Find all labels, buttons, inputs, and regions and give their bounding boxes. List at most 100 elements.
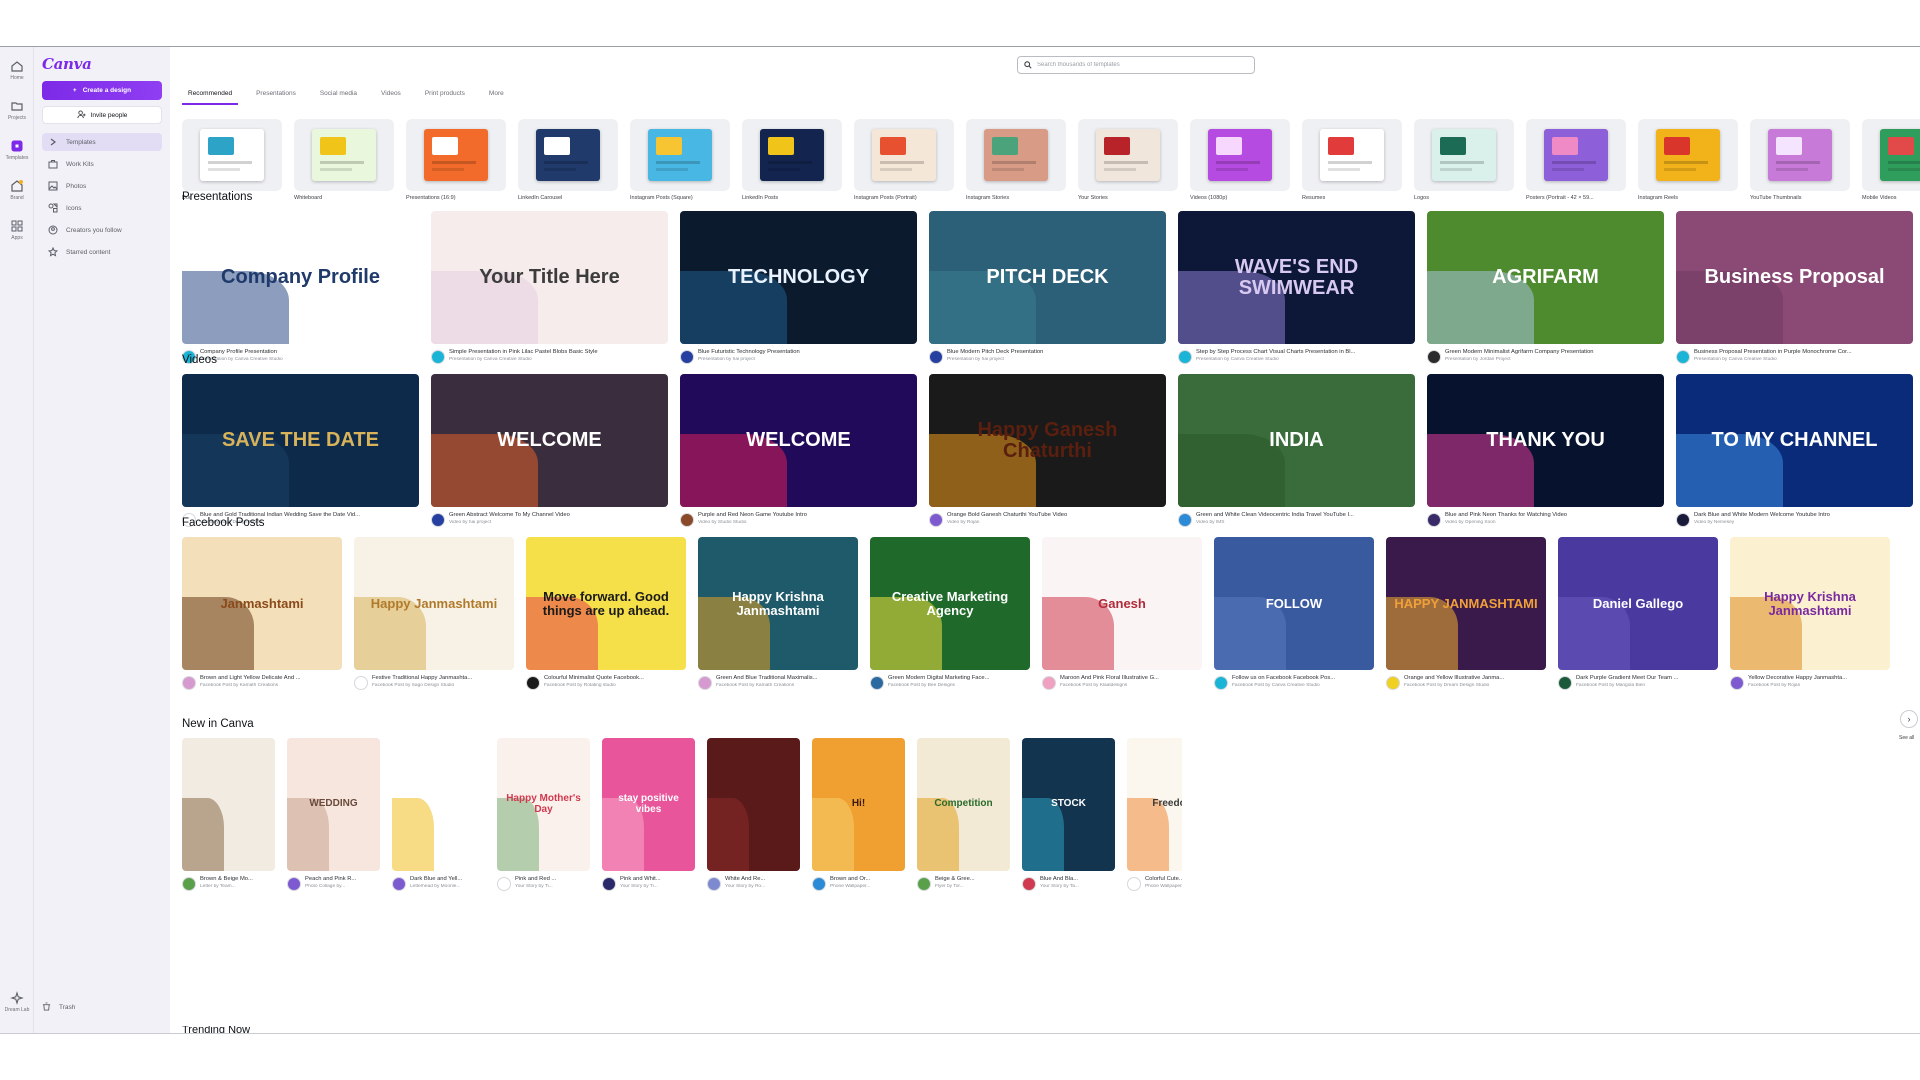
template-card[interactable]: WELCOME Purple and Red Neon Game Youtube … — [680, 374, 917, 527]
design-type-card[interactable]: Videos (1080p) — [1190, 119, 1290, 209]
template-card[interactable]: TO MY CHANNEL Dark Blue and White Modern … — [1676, 374, 1913, 527]
design-type-thumbnail — [854, 119, 954, 191]
design-type-card[interactable]: LinkedIn Posts — [742, 119, 842, 209]
creator-avatar — [431, 513, 445, 527]
sidebar-item-starred-content[interactable]: Starred content — [42, 243, 162, 261]
template-card[interactable]: Company Profile Company Profile Presentat… — [182, 211, 419, 364]
rail-label: Dream Lab — [4, 1007, 30, 1013]
template-search[interactable] — [1017, 56, 1255, 74]
template-card[interactable]: Dark Blue and Yell... Letterhead by Moonl… — [392, 738, 485, 891]
template-card[interactable]: Hi! Brown and Or... Phone Wallpaper... — [812, 738, 905, 891]
template-card[interactable]: WELCOME Green Abstract Welcome To My Chan… — [431, 374, 668, 527]
design-type-card[interactable]: Whiteboard — [294, 119, 394, 209]
tab-recommended[interactable]: Recommended — [182, 89, 239, 105]
creator-avatar — [1022, 877, 1036, 891]
template-card[interactable]: STOCK Blue And Bla... Your Story by Ta... — [1022, 738, 1115, 891]
design-type-thumbnail — [518, 119, 618, 191]
design-type-card[interactable]: Mobile Videos — [1862, 119, 1920, 209]
template-thumbnail: Happy Krishna Janmashtami — [1730, 537, 1890, 670]
design-type-card[interactable]: Instagram Reels — [1638, 119, 1738, 209]
search-input[interactable] — [1037, 62, 1247, 68]
creator-avatar — [1730, 676, 1744, 690]
template-card[interactable]: Happy Mother's Day Pink and Red ... Your S… — [497, 738, 590, 891]
invite-people-button[interactable]: Invite people — [42, 106, 162, 124]
template-meta: Blue Futuristic Technology Presentation P… — [680, 349, 917, 364]
design-type-label: LinkedIn Carousel — [518, 195, 563, 201]
template-card[interactable]: TECHNOLOGY Blue Futuristic Technology Pre… — [680, 211, 917, 364]
sidebar-item-templates[interactable]: Templates — [42, 133, 162, 151]
creator-avatar — [917, 877, 931, 891]
rail-item-home[interactable]: Home — [0, 55, 34, 95]
template-card[interactable]: Janmashtami Brown and Light Yellow Delica… — [182, 537, 342, 690]
template-card[interactable]: Competition Beige & Gree... Flyer by Tor..… — [917, 738, 1010, 891]
canva-logo[interactable]: Canva — [42, 55, 92, 73]
rail-label: Home — [10, 75, 24, 81]
rail-item-brand[interactable]: Brand — [0, 175, 34, 215]
tab-social-media[interactable]: Social media — [314, 89, 363, 105]
rail-item-templates[interactable]: Templates — [0, 135, 34, 175]
template-card[interactable]: PITCH DECK Blue Modern Pitch Deck Present… — [929, 211, 1166, 364]
template-card[interactable]: AGRIFARM Green Modern Minimalist Agrifarm… — [1427, 211, 1664, 364]
creator-avatar — [354, 676, 368, 690]
design-type-card[interactable]: LinkedIn Carousel — [518, 119, 618, 209]
template-meta: Blue And Bla... Your Story by Ta... — [1022, 876, 1115, 891]
template-card[interactable]: Ganesh Maroon And Pink Floral Illustrativ… — [1042, 537, 1202, 690]
template-card[interactable]: Freedom Colorful Cute... Phone Wallpaper..… — [1127, 738, 1182, 891]
template-thumbnail-text: Company Profile — [221, 266, 380, 288]
template-card[interactable]: THANK YOU Blue and Pink Neon Thanks for W… — [1427, 374, 1664, 527]
design-type-card[interactable]: Logos — [1414, 119, 1514, 209]
template-card[interactable]: White And Re... Your Story by Ro... — [707, 738, 800, 891]
template-card[interactable]: HAPPY JANMASHTAMI Orange and Yellow Illus… — [1386, 537, 1546, 690]
template-card[interactable]: WAVE'S END SWIMWEAR Step by Step Process … — [1178, 211, 1415, 364]
template-card[interactable]: Happy Krishna Janmashtami Yellow Decorati… — [1730, 537, 1890, 690]
invite-icon — [77, 109, 86, 121]
template-card[interactable]: Daniel Gallego Dark Purple Gradient Meet … — [1558, 537, 1718, 690]
rail-item-dream-lab[interactable]: Dream Lab — [0, 987, 34, 1027]
rail-item-apps[interactable]: Apps — [0, 215, 34, 255]
design-type-card[interactable]: Posters (Portrait - 42 × 59... — [1526, 119, 1626, 209]
sidebar-item-work-kits[interactable]: Work Kits — [42, 155, 162, 173]
template-card[interactable]: Creative Marketing Agency Green Modern Di… — [870, 537, 1030, 690]
tab-presentations[interactable]: Presentations — [250, 89, 302, 105]
tab-print-products[interactable]: Print products — [419, 89, 471, 105]
template-card[interactable]: WEDDING Peach and Pink R... Photo Collage … — [287, 738, 380, 891]
next-arrow-button[interactable]: › — [1900, 710, 1918, 728]
template-card[interactable]: Happy Ganesh Chaturthi Orange Bold Ganesh… — [929, 374, 1166, 527]
template-card[interactable]: FOLLOW Follow us on Facebook Facebook Pos… — [1214, 537, 1374, 690]
design-type-card[interactable]: Resumes — [1302, 119, 1402, 209]
template-card[interactable]: stay positive vibes Pink and Whit... Your … — [602, 738, 695, 891]
template-card[interactable]: Business Proposal Business Proposal Prese… — [1676, 211, 1913, 364]
rail-label: Brand — [10, 195, 24, 201]
design-type-card[interactable]: Instagram Posts (Square) — [630, 119, 730, 209]
trash-link[interactable]: Trash — [42, 1002, 75, 1013]
sparkle-icon — [10, 991, 24, 1005]
template-card[interactable]: INDIA Green and White Clean Videocentric … — [1178, 374, 1415, 527]
template-card[interactable]: Happy Janmashtami Festive Traditional Hap… — [354, 537, 514, 690]
template-creator: Video by Rojan — [947, 520, 980, 525]
template-meta: Colorful Cute... Phone Wallpaper... — [1127, 876, 1182, 891]
template-creator: Letter by Team... — [200, 884, 236, 889]
template-card[interactable]: Brown & Beige Mo... Letter by Team... — [182, 738, 275, 891]
template-card[interactable]: Happy Krishna Janmashtami Green And Blue … — [698, 537, 858, 690]
design-type-card[interactable]: Your Stories — [1078, 119, 1178, 209]
design-type-card[interactable]: Presentations (16:9) — [406, 119, 506, 209]
design-type-card[interactable]: YouTube Thumbnails — [1750, 119, 1850, 209]
design-type-card[interactable]: Instagram Posts (Portrait) — [854, 119, 954, 209]
template-thumbnail: Janmashtami — [182, 537, 342, 670]
template-title: Purple and Red Neon Game Youtube Intro — [698, 512, 807, 518]
design-type-card[interactable]: Instagram Stories — [966, 119, 1066, 209]
tab-videos[interactable]: Videos — [375, 89, 407, 105]
tab-more[interactable]: More — [483, 89, 510, 105]
template-card[interactable]: Move forward. Good things are up ahead. C… — [526, 537, 686, 690]
rail-item-projects[interactable]: Projects — [0, 95, 34, 135]
see-all-link[interactable]: See all — [1899, 735, 1914, 741]
create-design-button[interactable]: + Create a design — [42, 81, 162, 100]
template-thumbnail: SAVE THE DATE — [182, 374, 419, 507]
sidebar-item-photos[interactable]: Photos — [42, 177, 162, 195]
template-card[interactable]: SAVE THE DATE Blue and Gold Traditional I… — [182, 374, 419, 527]
sidebar-item-creators-you-follow[interactable]: Creators you follow — [42, 221, 162, 239]
creator-avatar — [680, 350, 694, 364]
sidebar-item-icons[interactable]: Icons — [42, 199, 162, 217]
template-card[interactable]: Your Title Here Simple Presentation in Pi… — [431, 211, 668, 364]
template-meta: Dark Blue and Yell... Letterhead by Moonl… — [392, 876, 485, 891]
